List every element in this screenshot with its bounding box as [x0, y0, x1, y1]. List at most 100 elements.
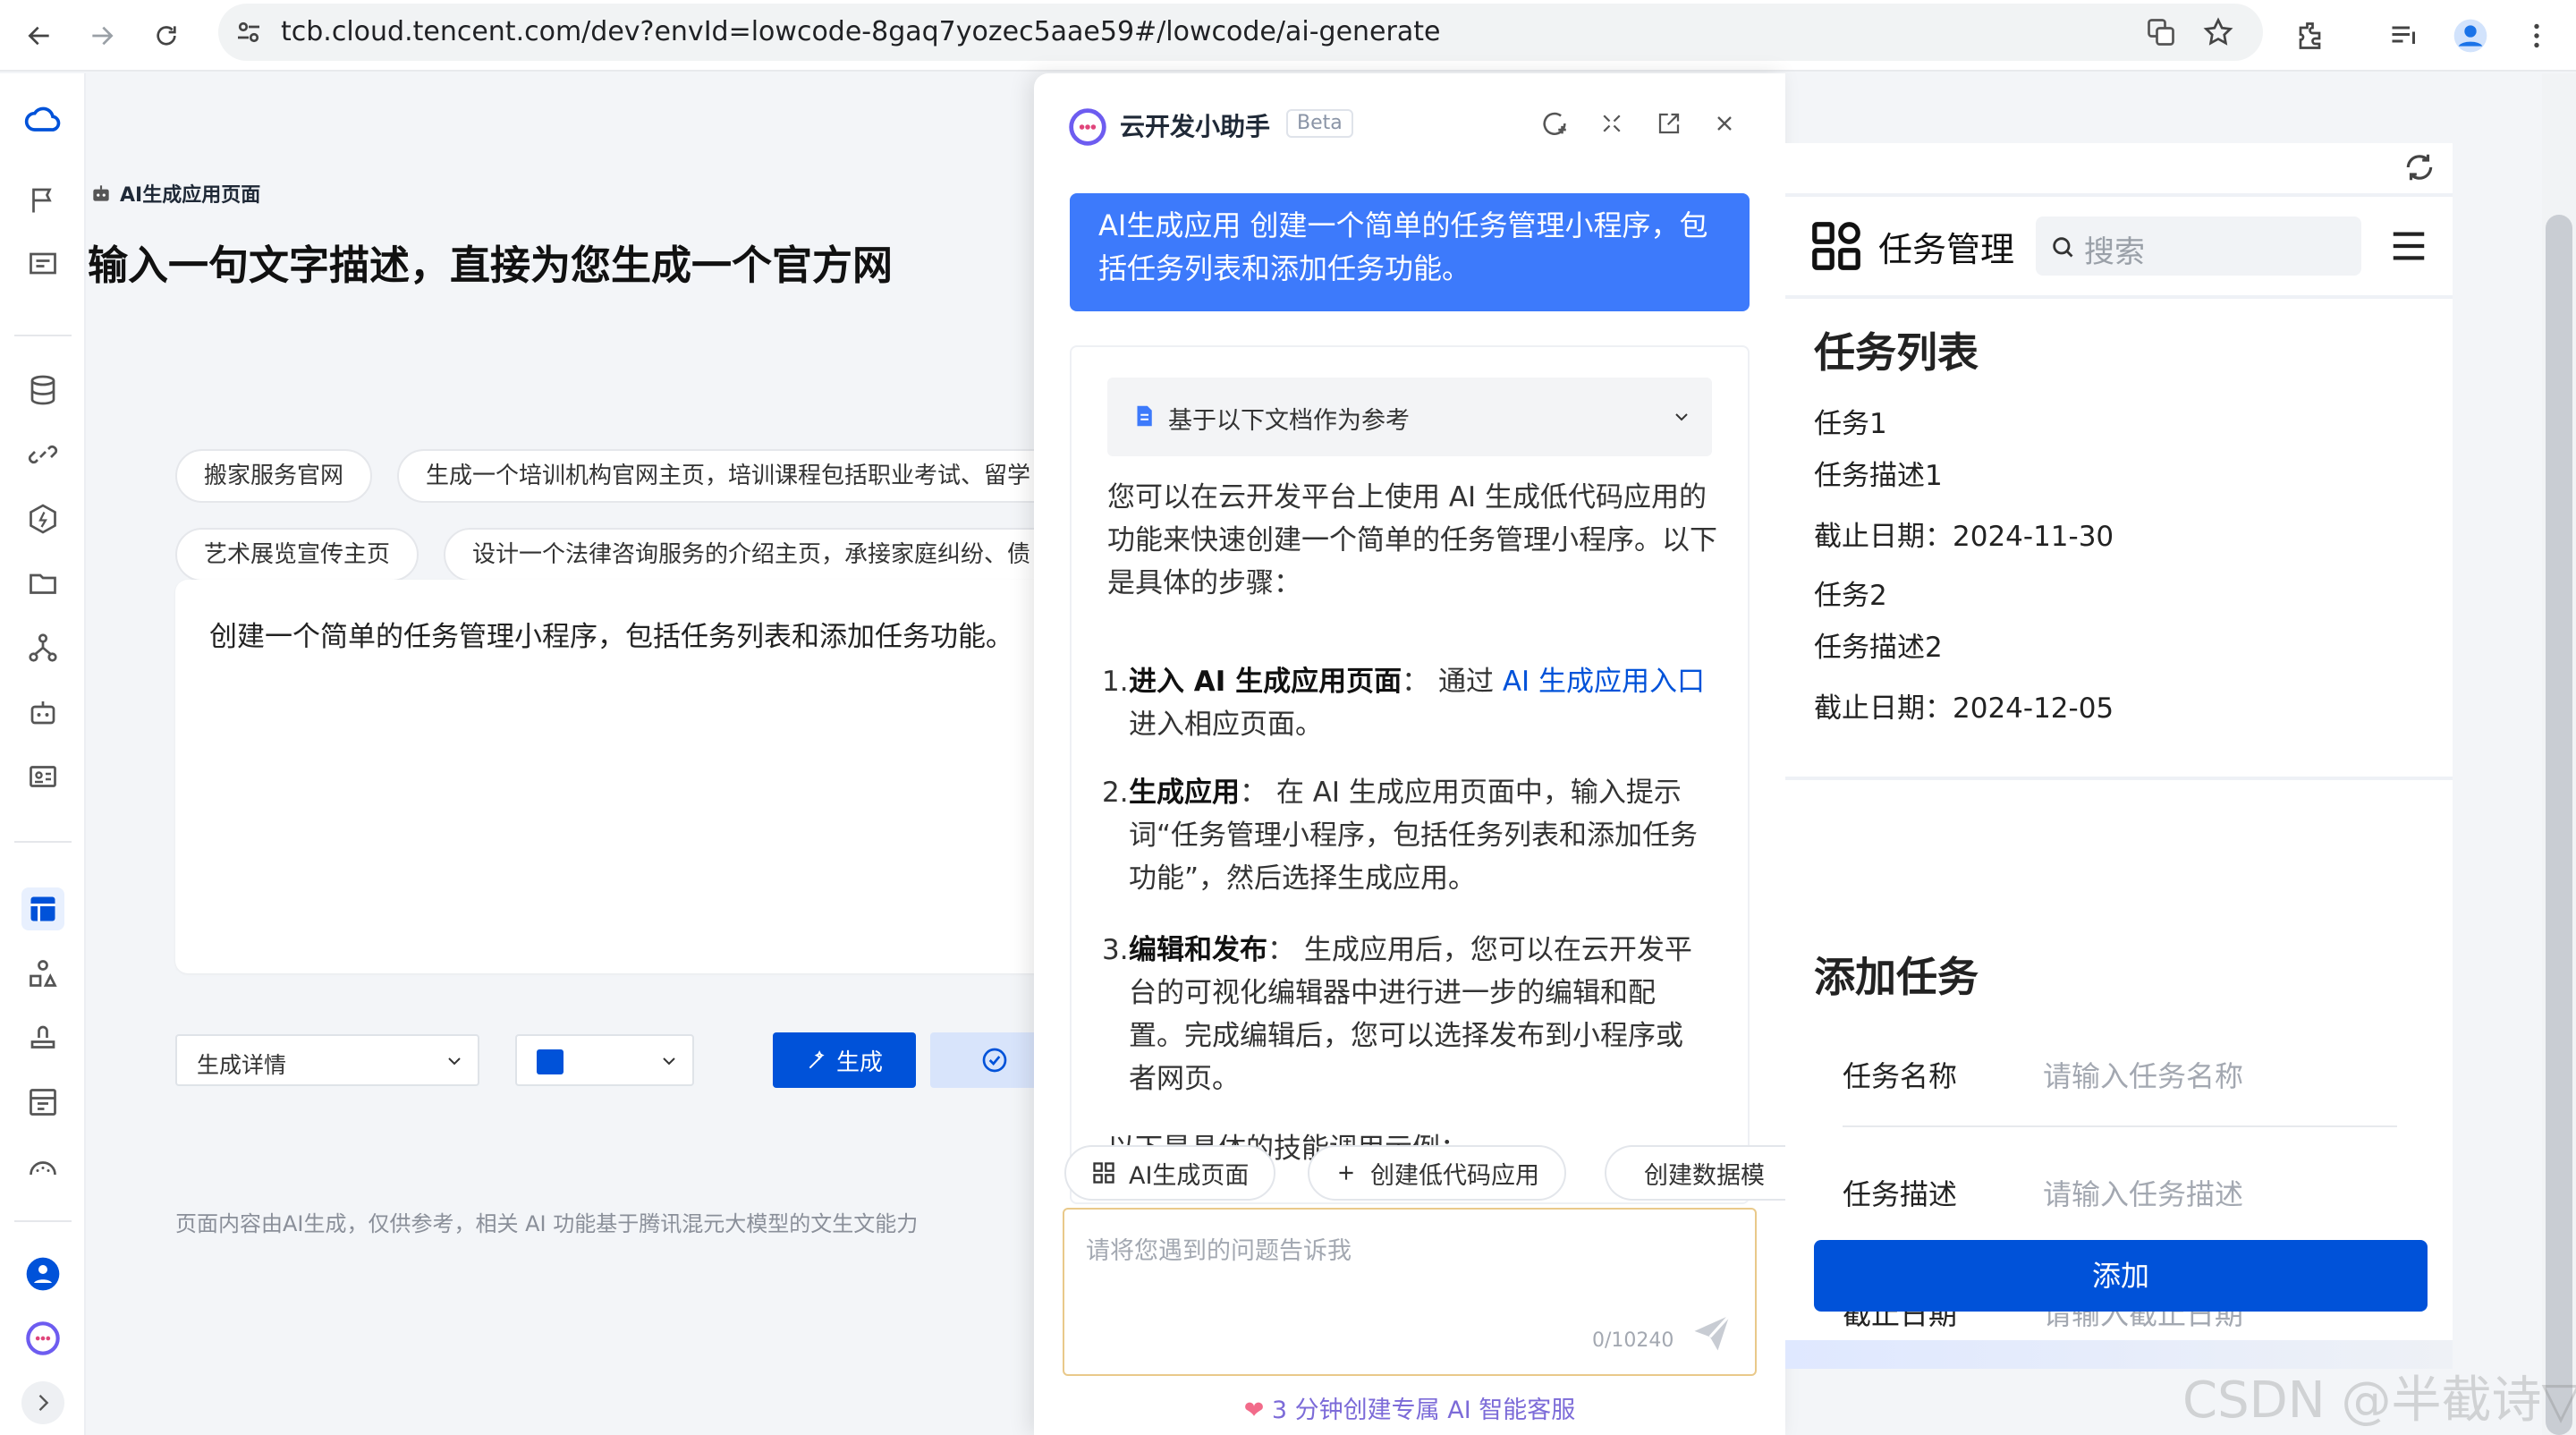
flag-icon[interactable] — [21, 179, 64, 222]
task-name[interactable]: 任务2 — [1814, 573, 1887, 613]
color-select[interactable] — [515, 1034, 694, 1086]
example-chip[interactable]: 生成一个培训机构官网主页，培训课程包括职业考试、留学 — [397, 449, 1077, 503]
quick-action-data-model[interactable]: 创建数据模 — [1605, 1145, 1785, 1201]
step-3: 3. 编辑和发布： 生成应用后，您可以在云开发平台的可视化编辑器中进行进一步的编… — [1102, 929, 1710, 1100]
preview-toolbar — [1785, 143, 2453, 193]
mode-select-value: 生成详情 — [197, 1052, 287, 1078]
example-chip[interactable]: 设计一个法律咨询服务的介绍主页，承接家庭纠纷、债 — [444, 528, 1070, 582]
form-icon[interactable] — [21, 1081, 64, 1124]
ai-generate-link[interactable]: AI 生成应用入口 — [1503, 666, 1705, 698]
step-number: 2. — [1102, 777, 1129, 809]
refresh-icon[interactable] — [2402, 150, 2436, 184]
quick-action-label: AI生成页面 — [1129, 1161, 1250, 1190]
generate-button[interactable]: 生成 — [773, 1032, 916, 1088]
media-control-icon[interactable] — [2383, 14, 2426, 57]
step-title: 生成应用 — [1129, 777, 1240, 809]
preview-app-header: 任务管理 搜索 — [1785, 197, 2453, 295]
minimize-icon[interactable] — [1594, 106, 1630, 141]
expand-chevron-icon[interactable] — [21, 1381, 64, 1424]
chevron-down-icon — [1675, 413, 1688, 421]
task-list-card: 任务列表 任务1 任务描述1 截止日期：2024-11-30 任务2 任务描述2… — [1785, 299, 2453, 777]
bookmark-star-icon[interactable] — [2197, 11, 2240, 54]
assistant-title: 云开发小助手 — [1120, 112, 1271, 141]
browser-menu-icon[interactable] — [2515, 14, 2558, 57]
task-due: 截止日期：2024-12-05 — [1814, 692, 2114, 725]
question-input[interactable]: 请将您遇到的问题告诉我 0/10240 — [1063, 1208, 1757, 1376]
address-bar[interactable]: tcb.cloud.tencent.com/dev?envId=lowcode-… — [218, 4, 2263, 61]
color-swatch — [537, 1049, 564, 1074]
hamburger-menu-icon[interactable] — [2388, 225, 2429, 267]
url-text: tcb.cloud.tencent.com/dev?envId=lowcode-… — [281, 16, 1441, 47]
dashboard-icon[interactable] — [21, 243, 64, 286]
app-grid-icon — [1812, 222, 1860, 270]
task-due: 截止日期：2024-11-30 — [1814, 521, 2114, 553]
database-icon[interactable] — [21, 369, 64, 412]
assistant-bot-icon[interactable] — [21, 1317, 64, 1360]
network-icon[interactable] — [21, 626, 64, 669]
step-number: 1. — [1102, 666, 1129, 698]
send-icon[interactable] — [1689, 1310, 1735, 1356]
magic-wand-icon — [809, 1050, 825, 1069]
back-icon[interactable] — [18, 14, 61, 57]
screen: tcb.cloud.tencent.com/dev?envId=lowcode-… — [0, 0, 2576, 1435]
reference-docs-toggle[interactable]: 基于以下文档作为参考 — [1107, 378, 1712, 456]
assistant-panel: 云开发小助手 Beta AI生成应用 创建一个简单的任务管理小程序，包括任务列表… — [1034, 73, 1785, 1435]
add-task-button[interactable]: 添加 — [1814, 1240, 2428, 1312]
document-icon — [1137, 405, 1152, 427]
question-input-placeholder: 请将您遇到的问题告诉我 — [1086, 1237, 1352, 1265]
step-2: 2. 生成应用： 在 AI 生成应用页面中，输入提示词“任务管理小程序，包括任务… — [1102, 771, 1710, 900]
step-1: 1. 进入 AI 生成应用页面： 通过 AI 生成应用入口 进入相应页面。 — [1102, 660, 1710, 746]
search-placeholder: 搜索 — [2084, 234, 2145, 270]
prompt-textarea[interactable]: 创建一个简单的任务管理小程序，包括任务列表和添加任务功能。 — [175, 580, 1159, 973]
storage-folder-icon[interactable] — [21, 562, 64, 605]
profile-avatar-icon[interactable] — [2449, 14, 2492, 57]
site-settings-icon[interactable] — [233, 16, 265, 48]
id-card-icon[interactable] — [21, 755, 64, 798]
step-text: 进入相应页面。 — [1129, 709, 1323, 741]
link-icon[interactable] — [21, 433, 64, 476]
cloud-logo-icon[interactable] — [21, 98, 64, 141]
preview-search-input[interactable]: 搜索 — [2036, 217, 2361, 276]
mode-select[interactable]: 生成详情 — [175, 1034, 479, 1086]
scrollbar-thumb[interactable] — [2546, 215, 2572, 1435]
quick-action-label: 创建数据模 — [1644, 1161, 1765, 1190]
disclaimer-text: 页面内容由AI生成，仅供参考，相关 AI 功能基于腾讯混元大模型的文生文能力 — [175, 1211, 919, 1236]
task-list-heading: 任务列表 — [1814, 328, 1979, 377]
gauge-icon[interactable] — [21, 1145, 64, 1188]
quick-action-ai-page[interactable]: AI生成页面 — [1064, 1145, 1276, 1201]
extensions-icon[interactable] — [2290, 14, 2333, 57]
secondary-action-button[interactable] — [930, 1032, 1038, 1088]
task-desc-input[interactable]: 请输入任务描述 — [2043, 1172, 2243, 1213]
app-preview: 任务管理 搜索 任务列表 任务1 任务描述1 截止日期：2024-11-30 任… — [1785, 143, 2453, 1369]
plus-icon — [1339, 1166, 1353, 1180]
watermark: CSDN @半截诗▽ — [2182, 1371, 2576, 1430]
reload-icon[interactable] — [145, 14, 188, 57]
promo-text: 3 分钟创建专属 AI 智能客服 — [1271, 1397, 1576, 1424]
browser-toolbar: tcb.cloud.tencent.com/dev?envId=lowcode-… — [0, 0, 2576, 72]
user-avatar-icon[interactable] — [21, 1252, 64, 1295]
ai-service-promo[interactable]: ❤ 3 分钟创建专属 AI 智能客服 — [1034, 1390, 1785, 1425]
lowcode-app-icon[interactable] — [21, 887, 64, 930]
breadcrumb: AI生成应用页面 — [89, 179, 260, 208]
field-label: 任务名称 — [1843, 1059, 1958, 1093]
translate-icon[interactable] — [2140, 11, 2182, 54]
new-chat-icon[interactable] — [1537, 106, 1572, 141]
components-icon[interactable] — [21, 952, 64, 995]
example-chip[interactable]: 搬家服务官网 — [175, 449, 373, 503]
function-icon[interactable] — [21, 497, 64, 540]
quick-action-lowcode-app[interactable]: 创建低代码应用 — [1308, 1145, 1566, 1201]
example-chip[interactable]: 艺术展览宣传主页 — [175, 528, 419, 582]
task-name-input[interactable]: 请输入任务名称 — [2043, 1054, 2243, 1095]
task-name[interactable]: 任务1 — [1814, 401, 1887, 441]
robot-icon[interactable] — [21, 691, 64, 734]
task-desc: 任务描述1 — [1814, 460, 1943, 492]
stamp-icon[interactable] — [21, 1016, 64, 1059]
open-external-icon[interactable] — [1651, 106, 1687, 141]
forward-icon[interactable] — [80, 14, 123, 57]
close-icon[interactable] — [1707, 106, 1742, 141]
chevron-down-icon — [663, 1057, 675, 1066]
task-desc: 任务描述2 — [1814, 632, 1943, 664]
prompt-text: 创建一个简单的任务管理小程序，包括任务列表和添加任务功能。 — [209, 621, 1013, 653]
grid-icon — [1093, 1162, 1114, 1184]
user-message-bubble: AI生成应用 创建一个简单的任务管理小程序，包括任务列表和添加任务功能。 — [1070, 193, 1750, 311]
